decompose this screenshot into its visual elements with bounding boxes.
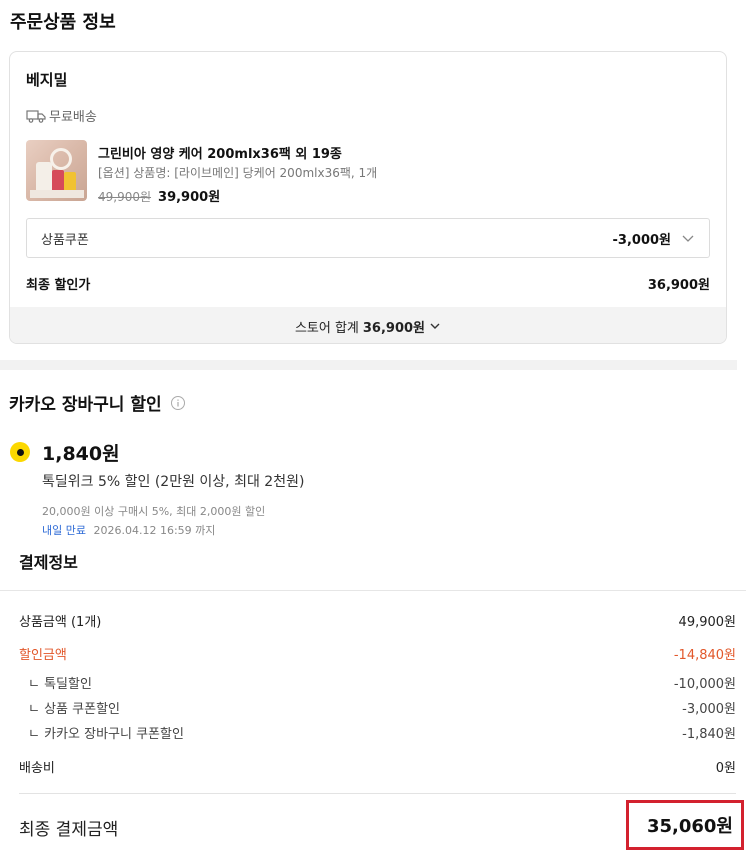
section-divider xyxy=(0,360,737,370)
payment-row-product-coupon: ㄴ 상품 쿠폰할인 -3,000원 xyxy=(19,698,736,717)
payment-row-discount: 할인금액 -14,840원 xyxy=(19,644,736,663)
kakao-discount-description: 톡딜위크 5% 할인 (2만원 이상, 최대 2천원) xyxy=(42,474,305,490)
expire-date: 2026.04.12 16:59 까지 xyxy=(93,524,216,537)
product-price: 49,900원 39,900원 xyxy=(98,186,220,205)
row-label: 배송비 xyxy=(19,761,55,776)
shipping-info: 무료배송 xyxy=(26,106,97,125)
coupon-select[interactable]: 상품쿠폰 -3,000원 xyxy=(26,218,710,258)
final-payment-label: 최종 결제금액 xyxy=(19,820,119,840)
chevron-down-icon xyxy=(682,235,694,242)
expire-tag: 내일 만료 xyxy=(42,524,86,537)
payment-row-product-amount: 상품금액 (1개) 49,900원 xyxy=(19,611,736,630)
store-card: 베지밀 무료배송 그린비아 영양 케어 200mlx36팩 외 19종 [옵션]… xyxy=(9,51,727,344)
kakao-discount-condition: 20,000원 이상 구매시 5%, 최대 2,000원 할인 xyxy=(42,505,266,518)
row-label: 상품금액 (1개) xyxy=(19,615,102,630)
payment-info-title: 결제정보 xyxy=(19,553,78,572)
truck-icon xyxy=(26,109,46,123)
chevron-down-icon xyxy=(430,323,440,329)
product-option: [옵션] 상품명: [라이브메인] 당케어 200mlx36팩, 1개 xyxy=(98,166,378,180)
original-price: 49,900원 xyxy=(98,190,152,204)
coupon-value: -3,000원 xyxy=(612,232,671,248)
row-label: ㄴ 톡딜할인 xyxy=(28,677,92,692)
payment-divider xyxy=(0,590,746,591)
row-value: -1,840원 xyxy=(682,727,736,742)
store-total-value: 36,900원 xyxy=(362,320,426,336)
payment-row-talkdeal: ㄴ 톡딜할인 -10,000원 xyxy=(19,673,736,692)
coupon-label: 상품쿠폰 xyxy=(41,232,89,248)
row-value: -10,000원 xyxy=(673,677,736,692)
payment-row-shipping: 배송비 0원 xyxy=(19,757,736,776)
kakao-discount-title: 카카오 장바구니 할인 xyxy=(9,390,186,415)
final-payment-amount: 35,060원 xyxy=(626,800,744,850)
final-discount-label: 최종 할인가 xyxy=(26,278,91,293)
row-value: -14,840원 xyxy=(673,648,736,663)
final-discount-row: 최종 할인가 36,900원 xyxy=(26,274,710,293)
sale-price: 39,900원 xyxy=(158,190,221,205)
row-value: 49,900원 xyxy=(678,615,736,630)
final-divider xyxy=(19,793,736,794)
product-image[interactable] xyxy=(26,140,87,201)
row-value: -3,000원 xyxy=(682,702,736,717)
kakao-discount-amount: 1,840원 xyxy=(42,443,120,465)
kakao-discount-radio[interactable] xyxy=(10,442,30,462)
kakao-discount-expire: 내일 만료 2026.04.12 16:59 까지 xyxy=(42,522,215,538)
final-discount-value: 36,900원 xyxy=(647,278,710,293)
shipping-label: 무료배송 xyxy=(49,110,97,125)
store-total-toggle[interactable]: 스토어 합계 36,900원 xyxy=(10,307,726,343)
row-label: 할인금액 xyxy=(19,648,67,663)
kakao-title-text: 카카오 장바구니 할인 xyxy=(9,395,162,415)
order-products-title: 주문상품 정보 xyxy=(10,12,116,33)
row-label: ㄴ 상품 쿠폰할인 xyxy=(28,702,120,717)
row-label: ㄴ 카카오 장바구니 쿠폰할인 xyxy=(28,727,184,742)
store-total-label: 스토어 합계 xyxy=(294,320,359,336)
row-value: 0원 xyxy=(715,761,736,776)
product-name[interactable]: 그린비아 영양 케어 200mlx36팩 외 19종 xyxy=(98,143,342,162)
info-icon[interactable] xyxy=(170,395,186,411)
payment-row-kakao-coupon: ㄴ 카카오 장바구니 쿠폰할인 -1,840원 xyxy=(19,723,736,742)
store-name: 베지밀 xyxy=(26,71,68,89)
